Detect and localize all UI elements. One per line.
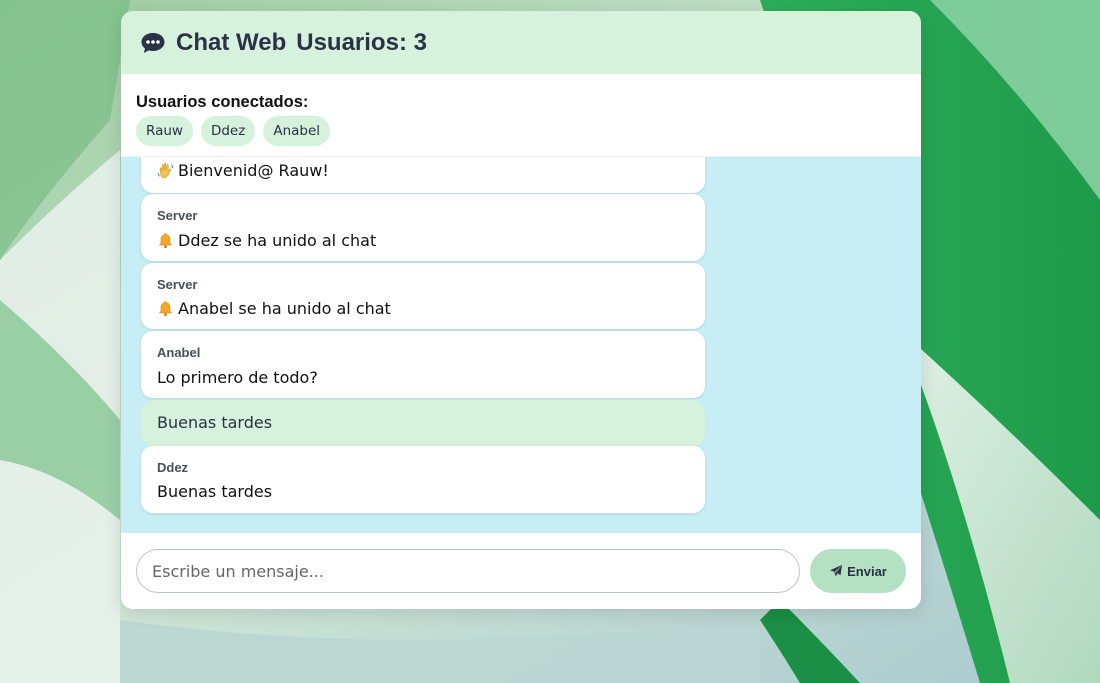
connected-users-heading: Usuarios conectados:	[136, 93, 309, 111]
user-chip: Ddez	[200, 116, 256, 146]
bell-icon	[157, 232, 174, 249]
message-list[interactable]: Bienvenid@ Rauw! Server Ddez se ha unido…	[121, 157, 921, 533]
message-item: Server Ddez se ha unido al chat	[141, 194, 705, 261]
message-sender: Anabel	[157, 345, 201, 360]
user-chip: Rauw	[136, 116, 193, 146]
bell-icon	[157, 300, 174, 317]
send-button[interactable]: Enviar	[810, 549, 906, 593]
app-title: Chat Web	[176, 28, 287, 56]
message-text: Bienvenid@ Rauw!	[157, 161, 329, 180]
message-input[interactable]	[136, 549, 800, 593]
speech-bubble-icon	[140, 30, 166, 56]
chat-header: Chat Web Usuarios: 3	[121, 11, 921, 74]
message-text: Anabel se ha unido al chat	[157, 299, 391, 318]
message-composer: Enviar	[121, 533, 921, 609]
message-item: Anabel Lo primero de todo?	[141, 331, 705, 398]
own-message-item: Buenas tardes	[141, 400, 705, 446]
message-text: Ddez se ha unido al chat	[157, 231, 376, 250]
paper-plane-icon	[829, 564, 843, 578]
message-sender: Ddez	[157, 460, 189, 475]
connected-users-panel: Usuarios conectados: Rauw Ddez Anabel	[121, 74, 921, 157]
message-item: Ddez Buenas tardes	[141, 446, 705, 513]
message-item: Bienvenid@ Rauw!	[141, 157, 705, 193]
waving-hand-icon	[157, 162, 174, 179]
user-list: Rauw Ddez Anabel	[136, 116, 906, 146]
send-button-label: Enviar	[847, 563, 887, 579]
message-sender: Server	[157, 208, 198, 223]
message-text: Lo primero de todo?	[157, 368, 318, 387]
message-sender: Server	[157, 277, 198, 292]
message-text: Buenas tardes	[157, 413, 273, 432]
user-count: Usuarios: 3	[296, 28, 427, 56]
user-chip: Anabel	[263, 116, 331, 146]
chat-window: Chat Web Usuarios: 3 Usuarios conectados…	[121, 11, 921, 609]
message-text: Buenas tardes	[157, 482, 273, 501]
message-item: Server Anabel se ha unido al chat	[141, 263, 705, 329]
